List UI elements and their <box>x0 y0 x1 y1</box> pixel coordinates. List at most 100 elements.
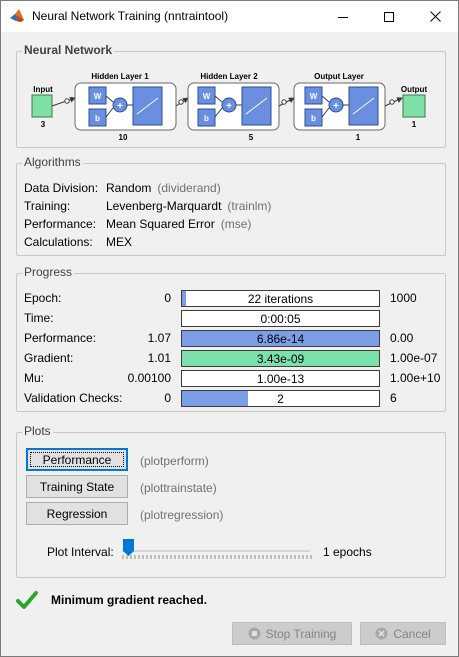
progress-label: Validation Checks: <box>24 391 123 405</box>
minimize-icon <box>338 16 348 18</box>
algorithm-value: Levenberg-Marquardt <box>106 199 222 213</box>
progress-bar: 6.86e-14 <box>181 330 380 347</box>
cancel-icon <box>375 627 388 640</box>
training-state-plot-func: (plottrainstate) <box>140 481 217 495</box>
nntraintool-window: Neural Network Training (nntraintool) Ne… <box>0 0 459 657</box>
algorithm-label: Data Division: <box>24 181 99 195</box>
svg-text:b: b <box>311 114 316 123</box>
plot-interval-ticks <box>122 555 312 559</box>
progress-label: Time: <box>24 311 54 325</box>
progress-label: Mu: <box>24 371 45 385</box>
progress-max: 1.00e-07 <box>390 351 438 365</box>
regression-plot-button[interactable]: Regression <box>26 502 128 525</box>
progress-panel: Progress Epoch: 0 22 iterations 1000 Time: 0:… <box>16 265 447 412</box>
progress-bar-text: 0:00:05 <box>260 312 301 326</box>
progress-row-performance: Performance: 1.07 6.86e-14 0.00 <box>17 330 447 347</box>
plot-interval-value: 1 epochs <box>323 545 372 559</box>
algorithm-func: (mse) <box>220 217 252 231</box>
title-bar: Neural Network Training (nntraintool) <box>1 1 458 32</box>
svg-text:+: + <box>226 101 232 112</box>
progress-bar: 2 <box>181 390 380 407</box>
regression-plot-func: (plotregression) <box>140 508 224 522</box>
matlab-app-icon <box>10 9 24 22</box>
progress-label: Performance: <box>24 331 97 345</box>
progress-min: 0 <box>164 391 171 405</box>
input-label: Input <box>33 85 53 94</box>
progress-min: 0 <box>164 291 171 305</box>
progress-bar-text: 22 iterations <box>247 292 314 306</box>
progress-max: 0.00 <box>390 331 414 345</box>
plot-interval-track[interactable] <box>122 550 310 552</box>
progress-min: 1.01 <box>147 351 171 365</box>
hidden1-label: Hidden Layer 1 <box>91 72 149 81</box>
performance-plot-func: (plotperform) <box>140 454 209 468</box>
performance-plot-button[interactable]: Performance <box>26 448 128 471</box>
cancel-button[interactable]: Cancel <box>360 622 446 645</box>
minimize-button[interactable] <box>320 1 366 32</box>
progress-row-validation-checks: Validation Checks: 0 2 6 <box>17 390 447 407</box>
progress-label: Epoch: <box>24 291 62 305</box>
hidden2-label: Hidden Layer 2 <box>200 72 258 81</box>
network-diagram: Input 3 Hidden Layer 1 W b + 10 Hidden L… <box>31 72 428 142</box>
progress-label: Gradient: <box>24 351 74 365</box>
output-size: 1 <box>412 120 417 129</box>
output-node <box>402 94 426 118</box>
svg-text:W: W <box>310 92 318 101</box>
regression-plot-label: Regression <box>46 506 108 521</box>
algorithm-label: Training: <box>24 199 71 213</box>
progress-bar: 0:00:05 <box>181 310 380 327</box>
algorithm-func: (dividerand) <box>157 181 221 195</box>
progress-min: 0.00100 <box>127 371 171 385</box>
svg-text:W: W <box>203 92 211 101</box>
training-state-plot-label: Training State <box>39 479 115 494</box>
progress-min: 1.07 <box>147 331 171 345</box>
algorithms-panel: Algorithms Data Division: Random (divider… <box>16 155 446 256</box>
progress-max: 1000 <box>390 291 417 305</box>
plot-interval-label: Plot Interval: <box>47 545 114 559</box>
output-label: Output <box>401 85 428 94</box>
svg-text:b: b <box>204 114 209 123</box>
stop-training-button[interactable]: Stop Training <box>232 622 352 645</box>
stop-training-label: Stop Training <box>265 626 337 641</box>
training-state-plot-button[interactable]: Training State <box>26 475 128 498</box>
hidden1-size: 10 <box>119 133 128 142</box>
progress-bar-text: 1.00e-13 <box>256 372 305 386</box>
maximize-button[interactable] <box>366 1 412 32</box>
progress-bar: 1.00e-13 <box>181 370 380 387</box>
maximize-icon <box>384 11 394 22</box>
algorithm-label: Calculations: <box>24 235 93 249</box>
progress-bar-text: 2 <box>277 392 284 406</box>
svg-text:b: b <box>95 114 100 123</box>
progress-row-time: Time: 0:00:05 <box>17 310 447 327</box>
network-panel: Neural Network Input 3 Hidden Layer 1 W … <box>16 43 446 148</box>
algorithm-label: Performance: <box>24 217 97 231</box>
stop-icon <box>248 627 261 640</box>
progress-bar: 22 iterations <box>181 290 380 307</box>
input-node <box>31 94 53 118</box>
progress-row-epoch: Epoch: 0 22 iterations 1000 <box>17 290 447 307</box>
svg-text:+: + <box>333 101 339 112</box>
plots-panel-title: Plots <box>22 424 53 438</box>
plot-interval-thumb[interactable] <box>123 539 134 556</box>
checkmark-icon <box>16 591 38 609</box>
progress-bar-text: 3.43e-09 <box>256 352 305 366</box>
progress-row-mu: Mu: 0.00100 1.00e-13 1.00e+10 <box>17 370 447 387</box>
progress-bar: 3.43e-09 <box>181 350 380 367</box>
algorithms-panel-title: Algorithms <box>22 155 83 169</box>
hidden2-size: 5 <box>249 133 254 142</box>
progress-bar-text: 6.86e-14 <box>256 332 305 346</box>
algorithm-func: (trainlm) <box>227 199 272 213</box>
algorithm-value: Random <box>106 181 152 195</box>
cancel-label: Cancel <box>393 626 431 641</box>
svg-text:W: W <box>94 92 102 101</box>
progress-max: 1.00e+10 <box>390 371 441 385</box>
close-icon <box>429 11 441 22</box>
output-layer-size: 1 <box>356 133 361 142</box>
input-size: 3 <box>41 120 46 129</box>
close-button[interactable] <box>412 1 458 32</box>
progress-row-gradient: Gradient: 1.01 3.43e-09 1.00e-07 <box>17 350 447 367</box>
svg-text:+: + <box>117 101 123 112</box>
algorithm-value: MEX <box>106 235 133 249</box>
plots-panel: Plots Performance (plotperform) Training… <box>16 424 446 578</box>
algorithm-value: Mean Squared Error <box>106 217 215 231</box>
